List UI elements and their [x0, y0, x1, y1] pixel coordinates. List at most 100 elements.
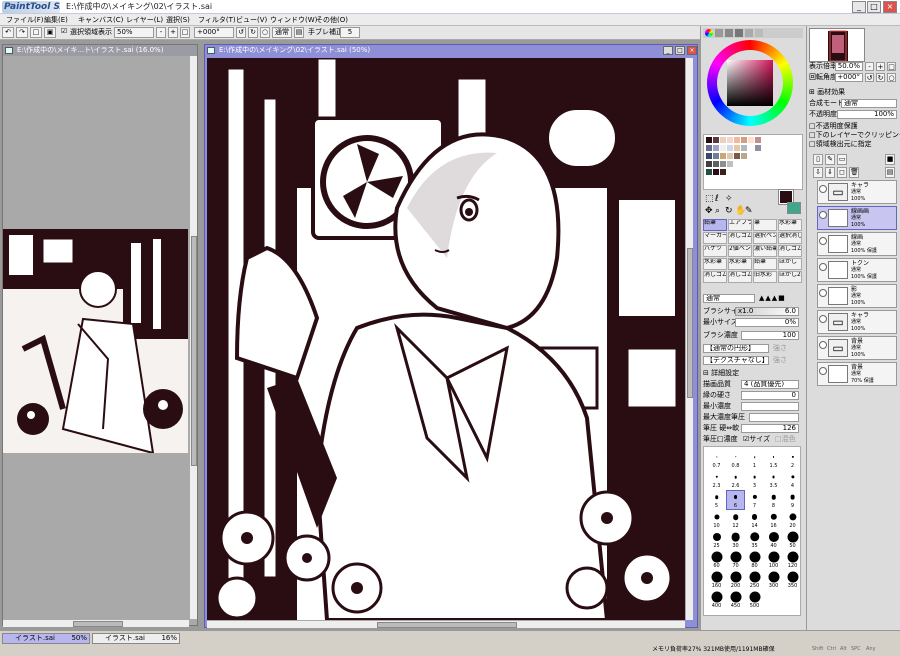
brush-size-preset[interactable]: 14 — [746, 511, 763, 529]
visibility-eye-icon[interactable] — [819, 341, 827, 349]
brush-size-preset[interactable]: 35 — [746, 531, 763, 549]
background-color[interactable] — [787, 202, 801, 214]
menu-layer[interactable]: レイヤー(L) — [126, 14, 163, 26]
new-layer-icon[interactable]: ▯ — [813, 154, 823, 165]
texture-select[interactable]: 【テクスチャなし】 — [703, 356, 769, 365]
nav-rotate-field[interactable]: +000° — [835, 73, 863, 82]
brush-size-preset[interactable]: 16 — [765, 511, 782, 529]
menu-view[interactable]: ビュー(V) — [236, 14, 267, 26]
doc-tab-inactive[interactable]: イラスト.sai 16% — [92, 633, 180, 644]
brush-size-preset[interactable]: 8 — [765, 491, 782, 509]
brush-size-preset[interactable]: 70 — [727, 551, 744, 569]
protect-alpha-checkbox[interactable]: □不透明度保護 — [809, 122, 858, 131]
layer-row[interactable]: ▭ キャラ 通常 100% — [817, 180, 897, 204]
delete-layer-icon[interactable]: 🗑 — [849, 167, 859, 178]
brush-brush[interactable]: 筆 — [753, 219, 777, 231]
scratchpad-tab-icon[interactable] — [755, 29, 763, 37]
layer-opacity-slider[interactable]: 100% — [837, 110, 897, 119]
brush-size-preset[interactable]: 0.8 — [727, 451, 744, 469]
brush-bucket[interactable]: バケツ — [703, 245, 727, 257]
rgb-slider-tab-icon[interactable] — [715, 29, 723, 37]
brush-size-preset[interactable]: 450 — [727, 591, 744, 609]
zoom-in-icon[interactable]: + — [168, 27, 178, 38]
visibility-eye-icon[interactable] — [819, 185, 827, 193]
brush-marker[interactable]: マーカー — [703, 232, 727, 244]
rotate-reset-icon[interactable]: ○ — [260, 27, 270, 38]
nav-zoom-reset-icon[interactable]: □ — [887, 62, 896, 71]
doc-minimize-button[interactable]: _ — [663, 46, 673, 55]
brush-size-preset[interactable]: 80 — [746, 551, 763, 569]
brush-select-erase[interactable]: 選択消し — [778, 232, 802, 244]
layer-row[interactable]: 線画画 通常 100% — [817, 206, 897, 230]
quality-select[interactable]: 4 (品質優先) — [741, 380, 799, 389]
brush-eraser-4[interactable]: 消しゴム — [728, 271, 752, 283]
color-sv-square[interactable] — [727, 60, 773, 106]
menu-window[interactable]: ウィンドウ(W) — [270, 14, 317, 26]
rotate-right-icon[interactable]: ↻ — [248, 27, 258, 38]
brush-size-preset[interactable]: 6 — [726, 490, 745, 510]
layer-effect-header[interactable]: ⊞ 画材効果 — [809, 88, 845, 97]
main-vertical-scrollbar[interactable] — [685, 58, 693, 620]
select-rect-icon[interactable]: ⬚ — [705, 194, 714, 204]
flip-icon[interactable]: ▤ — [294, 27, 304, 38]
brush-dark-pencil[interactable]: 濃い鉛筆 — [753, 245, 777, 257]
brush-size-preset[interactable]: 60 — [708, 551, 725, 569]
pressure-size-checkbox[interactable]: ☑サイズ — [743, 435, 770, 444]
visibility-eye-icon[interactable] — [819, 367, 827, 375]
pressure-slider[interactable]: 126 — [741, 424, 799, 433]
maximize-button[interactable]: □ — [867, 1, 881, 13]
menu-filter[interactable]: フィルタ(T) — [198, 14, 236, 26]
navigator-preview[interactable] — [809, 28, 865, 62]
pressure-density-checkbox[interactable]: □濃度 — [717, 435, 738, 444]
transfer-down-icon[interactable]: ⇩ — [813, 167, 823, 178]
brush-size-preset[interactable]: 12 — [727, 511, 744, 529]
menu-edit[interactable]: 編集(E) — [44, 14, 68, 26]
doc-maximize-button[interactable]: □ — [675, 46, 685, 55]
zoom-select[interactable]: 50% — [114, 27, 154, 38]
min-density-slider[interactable] — [741, 402, 799, 411]
brush-size-preset[interactable]: 200 — [727, 571, 744, 589]
brush-size-preset[interactable]: 40 — [765, 531, 782, 549]
brush-size-preset[interactable]: 2 — [784, 451, 801, 469]
preview-vertical-scrollbar[interactable] — [189, 56, 197, 619]
brush-blur[interactable]: ほかし — [778, 258, 802, 270]
brush-size-preset[interactable]: 160 — [708, 571, 725, 589]
rotate-tool-icon[interactable]: ↻ — [725, 206, 733, 216]
hsv-slider-tab-icon[interactable] — [725, 29, 733, 37]
zoom-out-icon[interactable]: - — [156, 27, 166, 38]
layer-row[interactable]: ▭ 背景 通常 100% — [817, 336, 897, 360]
layer-row[interactable]: 背景 通常 70% 保護 — [817, 362, 897, 386]
brush-size-preset[interactable]: 350 — [784, 571, 801, 589]
pressure-blend-checkbox[interactable]: □混色 — [775, 435, 796, 444]
brush-select-pen[interactable]: 選択ペン — [753, 232, 777, 244]
color-swatches[interactable] — [703, 134, 803, 190]
brush-pencil[interactable]: 鉛筆 — [703, 219, 727, 231]
visibility-eye-icon[interactable] — [819, 263, 827, 271]
new-folder-icon[interactable]: ▭ — [837, 154, 847, 165]
brush-watercolor-2[interactable]: 水彩筆 — [703, 258, 727, 270]
color-wheel-tab-icon[interactable] — [705, 29, 713, 37]
brush-eraser-3[interactable]: 消しゴム — [703, 271, 727, 283]
nav-rotate-left-icon[interactable]: ↺ — [865, 73, 874, 82]
deselect-icon[interactable]: □ — [30, 27, 42, 38]
new-linework-layer-icon[interactable]: ✎ — [825, 154, 835, 165]
visibility-eye-icon[interactable] — [819, 237, 827, 245]
move-icon[interactable]: ✥ — [705, 206, 713, 216]
brush-size-preset[interactable]: 100 — [765, 551, 782, 569]
merge-down-icon[interactable]: ⇓ — [825, 167, 835, 178]
brush-size-preset[interactable]: 0.7 — [708, 451, 725, 469]
nav-rotate-reset-icon[interactable]: ○ — [887, 73, 896, 82]
brush-size-preset[interactable]: 20 — [784, 511, 801, 529]
magic-wand-icon[interactable]: ✧ — [725, 194, 733, 204]
zoom-tool-icon[interactable]: ⌕ — [715, 206, 720, 216]
redo-icon[interactable]: ↷ — [16, 27, 28, 38]
brush-size-preset[interactable]: 500 — [746, 591, 763, 609]
brush-size-preset[interactable]: 50 — [784, 531, 801, 549]
layer-settings-icon[interactable]: ▤ — [885, 167, 895, 178]
selection-checkbox[interactable]: ☑ — [58, 27, 70, 38]
doc-close-button[interactable]: × — [687, 46, 697, 55]
color-wheel[interactable] — [707, 40, 793, 126]
brush-size-preset[interactable]: 3 — [746, 471, 763, 489]
brush-size-preset[interactable]: 10 — [708, 511, 725, 529]
visibility-eye-icon[interactable] — [819, 315, 827, 323]
